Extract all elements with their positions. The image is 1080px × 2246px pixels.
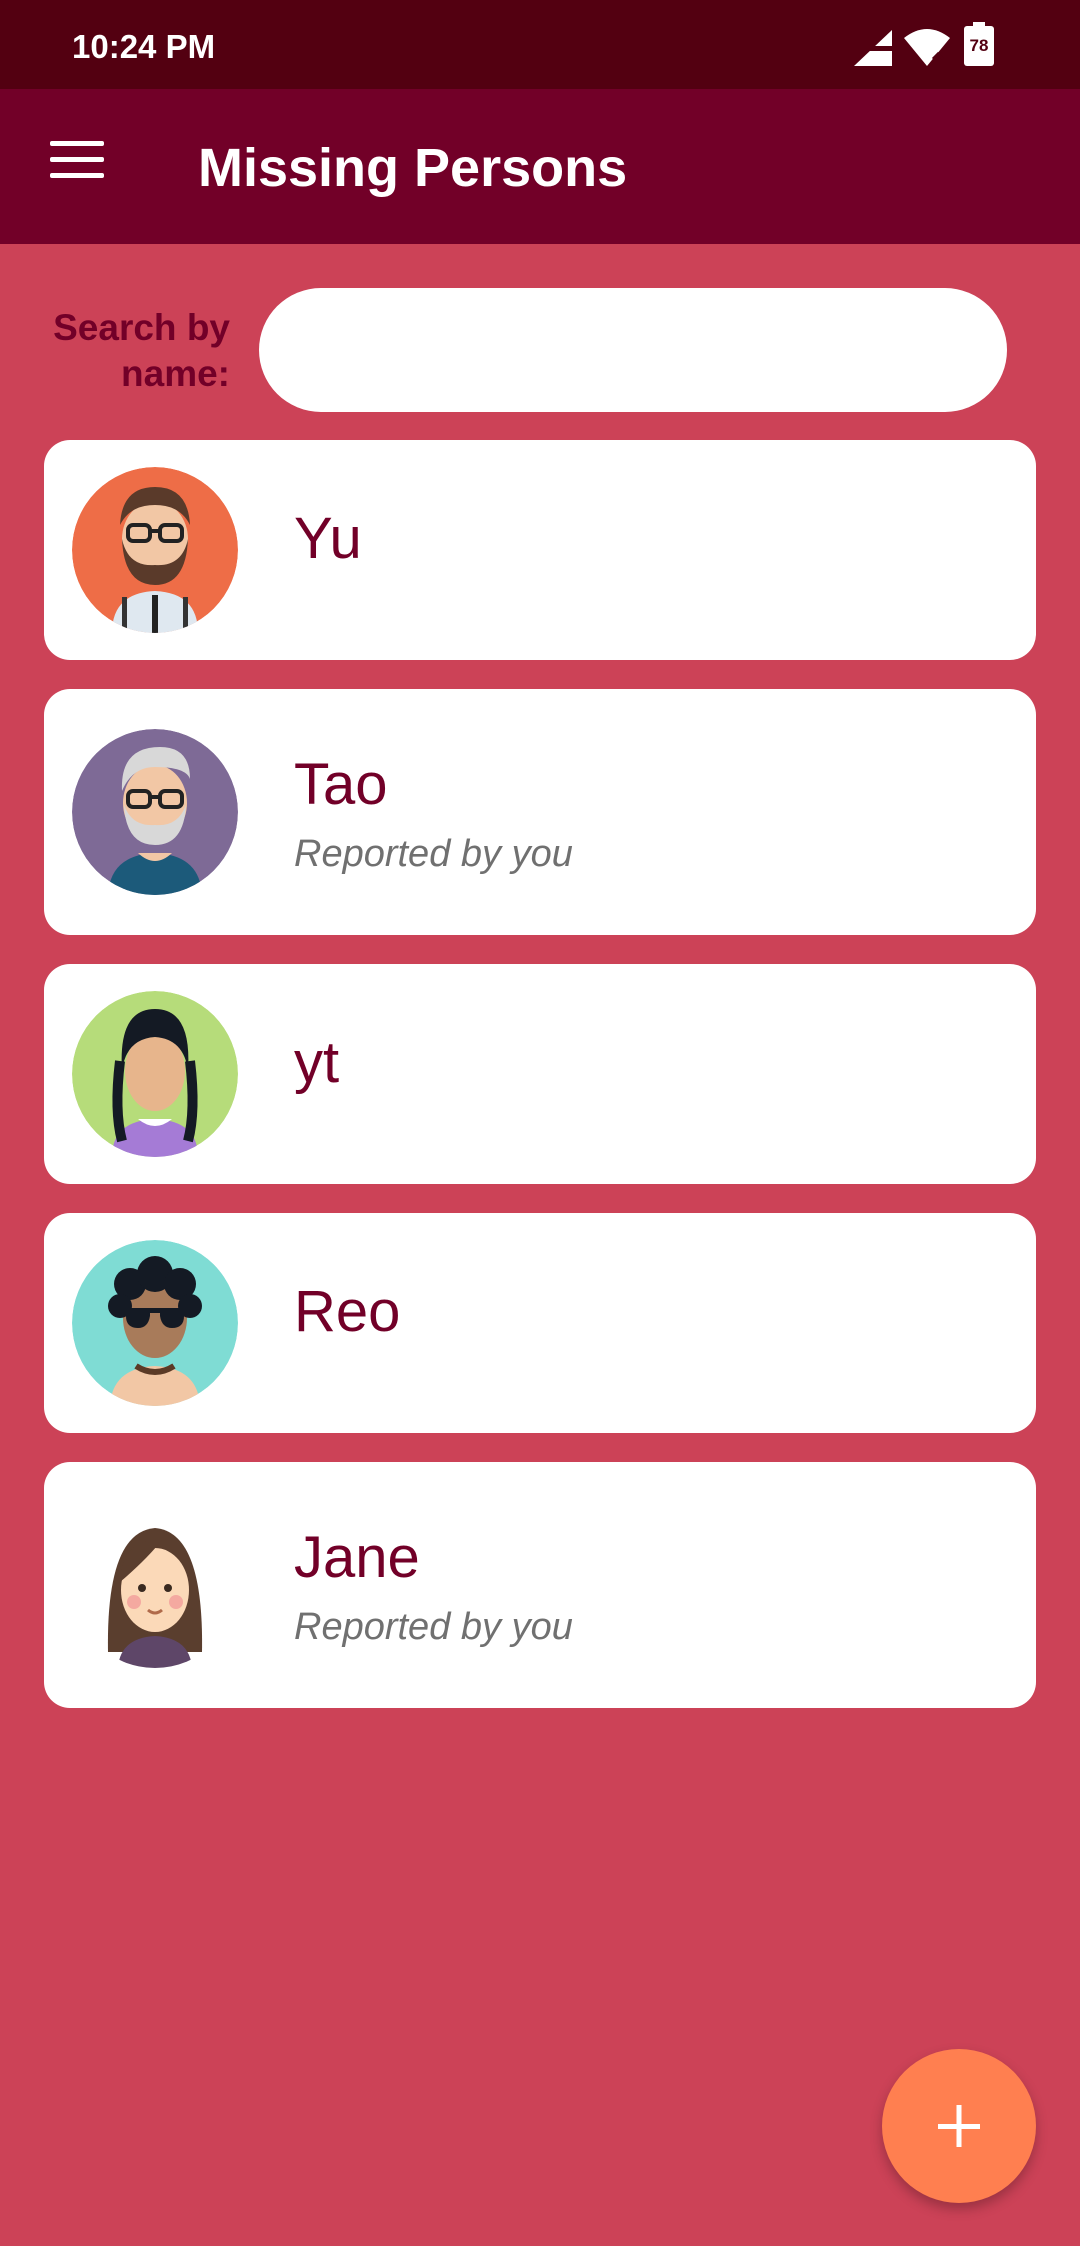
status-bar: 10:24 PM 78 <box>0 0 1080 89</box>
person-name: Jane <box>294 1525 420 1590</box>
list-item[interactable]: Jane Reported by you <box>44 1462 1036 1708</box>
list-item[interactable]: yt <box>44 964 1036 1184</box>
person-name: Reo <box>294 1279 401 1344</box>
person-name: Yu <box>294 506 362 571</box>
girl-braids-avatar <box>72 991 238 1157</box>
battery-icon: 78 <box>964 22 994 66</box>
add-person-button[interactable] <box>882 2049 1036 2203</box>
bearded-man-glasses-avatar <box>72 467 238 633</box>
list-item[interactable]: Reo <box>44 1213 1036 1433</box>
search-input[interactable] <box>259 288 1007 412</box>
status-time: 10:24 PM <box>72 28 216 65</box>
search-label: Search by name: <box>53 307 230 394</box>
wifi-icon <box>904 29 950 66</box>
battery-level: 78 <box>969 36 989 55</box>
reported-note: Reported by you <box>294 833 573 875</box>
app-bar: Missing Persons <box>0 89 1080 244</box>
page-title: Missing Persons <box>198 138 628 198</box>
old-man-glasses-avatar <box>72 729 238 895</box>
person-name: yt <box>294 1030 340 1095</box>
list-item[interactable]: Yu <box>44 440 1036 660</box>
reported-note: Reported by you <box>294 1606 573 1648</box>
plus-icon <box>938 2105 980 2147</box>
curly-hair-sunglasses-avatar <box>72 1240 238 1406</box>
signal-icon <box>854 30 892 66</box>
person-name: Tao <box>294 752 388 817</box>
status-icons: 78 <box>854 22 1004 68</box>
menu-icon[interactable] <box>50 141 104 181</box>
list-item[interactable]: Tao Reported by you <box>44 689 1036 935</box>
woman-brown-hair-avatar <box>72 1502 238 1668</box>
